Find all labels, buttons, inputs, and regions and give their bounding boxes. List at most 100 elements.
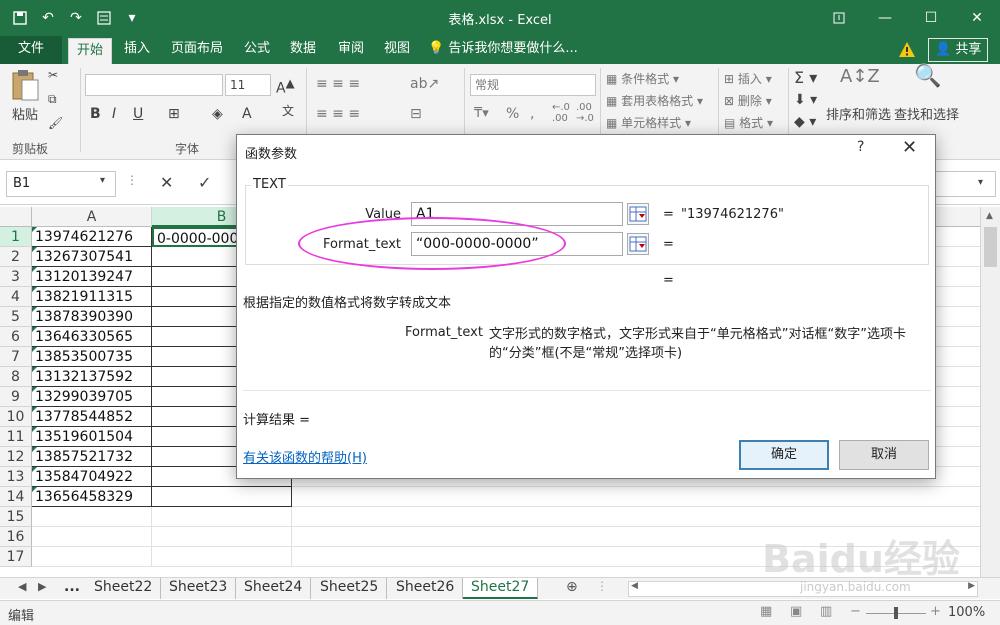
row-header[interactable]: 3 xyxy=(0,267,32,287)
grow-font-icon[interactable]: A▲ xyxy=(276,76,295,97)
scroll-right-icon[interactable]: ▶ xyxy=(968,581,975,591)
border-icon[interactable]: ⊞ xyxy=(168,106,180,122)
number-format-box[interactable]: 常规 xyxy=(470,74,596,96)
page-break-view-icon[interactable]: ▥ xyxy=(820,604,832,619)
zoom-slider-thumb[interactable] xyxy=(894,607,898,619)
zoom-level[interactable]: 100% xyxy=(948,605,985,620)
cell-a16[interactable] xyxy=(32,527,152,547)
ok-button[interactable]: 确定 xyxy=(739,440,829,470)
underline-button[interactable]: U xyxy=(133,106,143,122)
cell-a17[interactable] xyxy=(32,547,152,567)
paste-icon[interactable] xyxy=(10,68,40,105)
format-text-range-select-icon[interactable] xyxy=(627,233,649,255)
insert-cells-button[interactable]: ⊞ 插入 ▾ xyxy=(724,70,772,87)
comma-icon[interactable]: , xyxy=(530,106,534,122)
row-header[interactable]: 9 xyxy=(0,387,32,407)
tell-me-box[interactable]: 💡 告诉我你想要做什么... xyxy=(428,36,578,64)
cell-a4[interactable]: 13821911315 xyxy=(32,287,152,307)
sheet-tab-22[interactable]: Sheet22 xyxy=(86,578,162,599)
empty-cells[interactable] xyxy=(292,507,982,527)
sort-filter-icon[interactable]: A↕Z xyxy=(840,66,880,87)
ribbon-display-icon[interactable] xyxy=(816,0,862,36)
cell-b16[interactable] xyxy=(152,527,292,547)
value-range-select-icon[interactable] xyxy=(627,203,649,225)
row-header[interactable]: 12 xyxy=(0,447,32,467)
cell-a2[interactable]: 13267307541 xyxy=(32,247,152,267)
row-header[interactable]: 15 xyxy=(0,507,32,527)
cell-b17[interactable] xyxy=(152,547,292,567)
row-header[interactable]: 11 xyxy=(0,427,32,447)
cell-a1[interactable]: 13974621276 xyxy=(32,227,152,247)
tab-home[interactable]: 开始 xyxy=(68,38,113,64)
font-size-box[interactable]: 11 xyxy=(225,74,271,96)
tab-review[interactable]: 审阅 xyxy=(330,36,372,64)
tab-insert[interactable]: 插入 xyxy=(116,36,158,64)
confirm-formula-icon[interactable]: ✓ xyxy=(198,173,211,192)
cell-a8[interactable]: 13132137592 xyxy=(32,367,152,387)
row-header[interactable]: 2 xyxy=(0,247,32,267)
close-icon[interactable]: ✕ xyxy=(902,137,917,158)
row-header[interactable]: 16 xyxy=(0,527,32,547)
orientation-icon[interactable]: ab↗ xyxy=(410,76,439,92)
sheet-tab-26[interactable]: Sheet26 xyxy=(388,578,464,599)
sheet-tab-more[interactable]: ... xyxy=(56,578,88,599)
zoom-in-icon[interactable]: + xyxy=(930,604,941,619)
find-select-button[interactable]: 查找和选择 xyxy=(894,104,959,123)
cell-b15[interactable] xyxy=(152,507,292,527)
dialog-help-button[interactable]: ? xyxy=(857,139,864,155)
font-name-box[interactable] xyxy=(85,74,223,96)
copy-icon[interactable]: ⧉ xyxy=(48,92,57,107)
cell-a7[interactable]: 13853500735 xyxy=(32,347,152,367)
cell-a10[interactable]: 13778544852 xyxy=(32,407,152,427)
currency-icon[interactable]: ₸▾ xyxy=(474,106,489,121)
row-header[interactable]: 8 xyxy=(0,367,32,387)
cell-a12[interactable]: 13857521732 xyxy=(32,447,152,467)
scroll-left-icon[interactable]: ◀ xyxy=(631,581,638,591)
fill-icon[interactable]: ⬇ ▾ xyxy=(794,92,817,108)
zoom-out-icon[interactable]: − xyxy=(850,604,861,619)
empty-cells[interactable] xyxy=(292,487,982,507)
increase-decimal-icon[interactable]: ←.0.00 xyxy=(552,102,570,124)
tab-page-layout[interactable]: 页面布局 xyxy=(163,36,231,64)
sheet-tab-24[interactable]: Sheet24 xyxy=(236,578,312,599)
row-header[interactable]: 4 xyxy=(0,287,32,307)
row-header[interactable]: 1 xyxy=(0,227,32,247)
row-header[interactable]: 10 xyxy=(0,407,32,427)
format-painter-icon[interactable]: 🖌 xyxy=(48,116,63,130)
align-left-icon[interactable]: ≡ ≡ ≡ xyxy=(316,106,360,122)
tab-data[interactable]: 数据 xyxy=(282,36,324,64)
tab-formulas[interactable]: 公式 xyxy=(236,36,278,64)
row-header[interactable]: 17 xyxy=(0,547,32,567)
select-all-corner[interactable] xyxy=(0,207,32,227)
minimize-icon[interactable]: — xyxy=(862,0,908,36)
tab-file[interactable]: 文件 xyxy=(0,36,62,64)
row-header[interactable]: 7 xyxy=(0,347,32,367)
cell-a13[interactable]: 13584704922 xyxy=(32,467,152,487)
tab-view[interactable]: 视图 xyxy=(376,36,418,64)
cell-style-button[interactable]: ▦ 单元格样式 ▾ xyxy=(606,114,691,131)
cut-icon[interactable]: ✂ xyxy=(48,68,58,82)
merge-icon[interactable]: ⊟ xyxy=(410,106,422,122)
sheet-prev-icon[interactable]: ◀ xyxy=(18,580,26,593)
find-select-icon[interactable]: 🔍 xyxy=(914,64,941,89)
cell-a9[interactable]: 13299039705 xyxy=(32,387,152,407)
cell-a11[interactable]: 13519601504 xyxy=(32,427,152,447)
cell-a15[interactable] xyxy=(32,507,152,527)
percent-button[interactable]: % xyxy=(506,106,519,122)
cancel-formula-icon[interactable]: ✕ xyxy=(160,173,173,192)
row-header[interactable]: 6 xyxy=(0,327,32,347)
paste-button[interactable]: 粘贴 xyxy=(12,104,38,123)
cell-a14[interactable]: 13656458329 xyxy=(32,487,152,507)
align-top-icon[interactable]: ≡ ≡ ≡ xyxy=(316,76,360,92)
phonetic-icon[interactable]: 文 xyxy=(282,102,294,119)
maximize-icon[interactable]: ☐ xyxy=(908,0,954,36)
bold-button[interactable]: B xyxy=(90,106,101,122)
column-header-a[interactable]: A xyxy=(32,207,152,227)
delete-cells-button[interactable]: ⊠ 删除 ▾ xyxy=(724,92,772,109)
sort-filter-button[interactable]: 排序和筛选 xyxy=(826,104,891,123)
sheet-tab-23[interactable]: Sheet23 xyxy=(161,578,237,599)
fill-color-icon[interactable]: ◈ xyxy=(212,106,223,122)
sheet-next-icon[interactable]: ▶ xyxy=(38,580,46,593)
sheet-tab-25[interactable]: Sheet25 xyxy=(312,578,388,599)
scroll-up-icon[interactable]: ▲ xyxy=(986,211,993,221)
